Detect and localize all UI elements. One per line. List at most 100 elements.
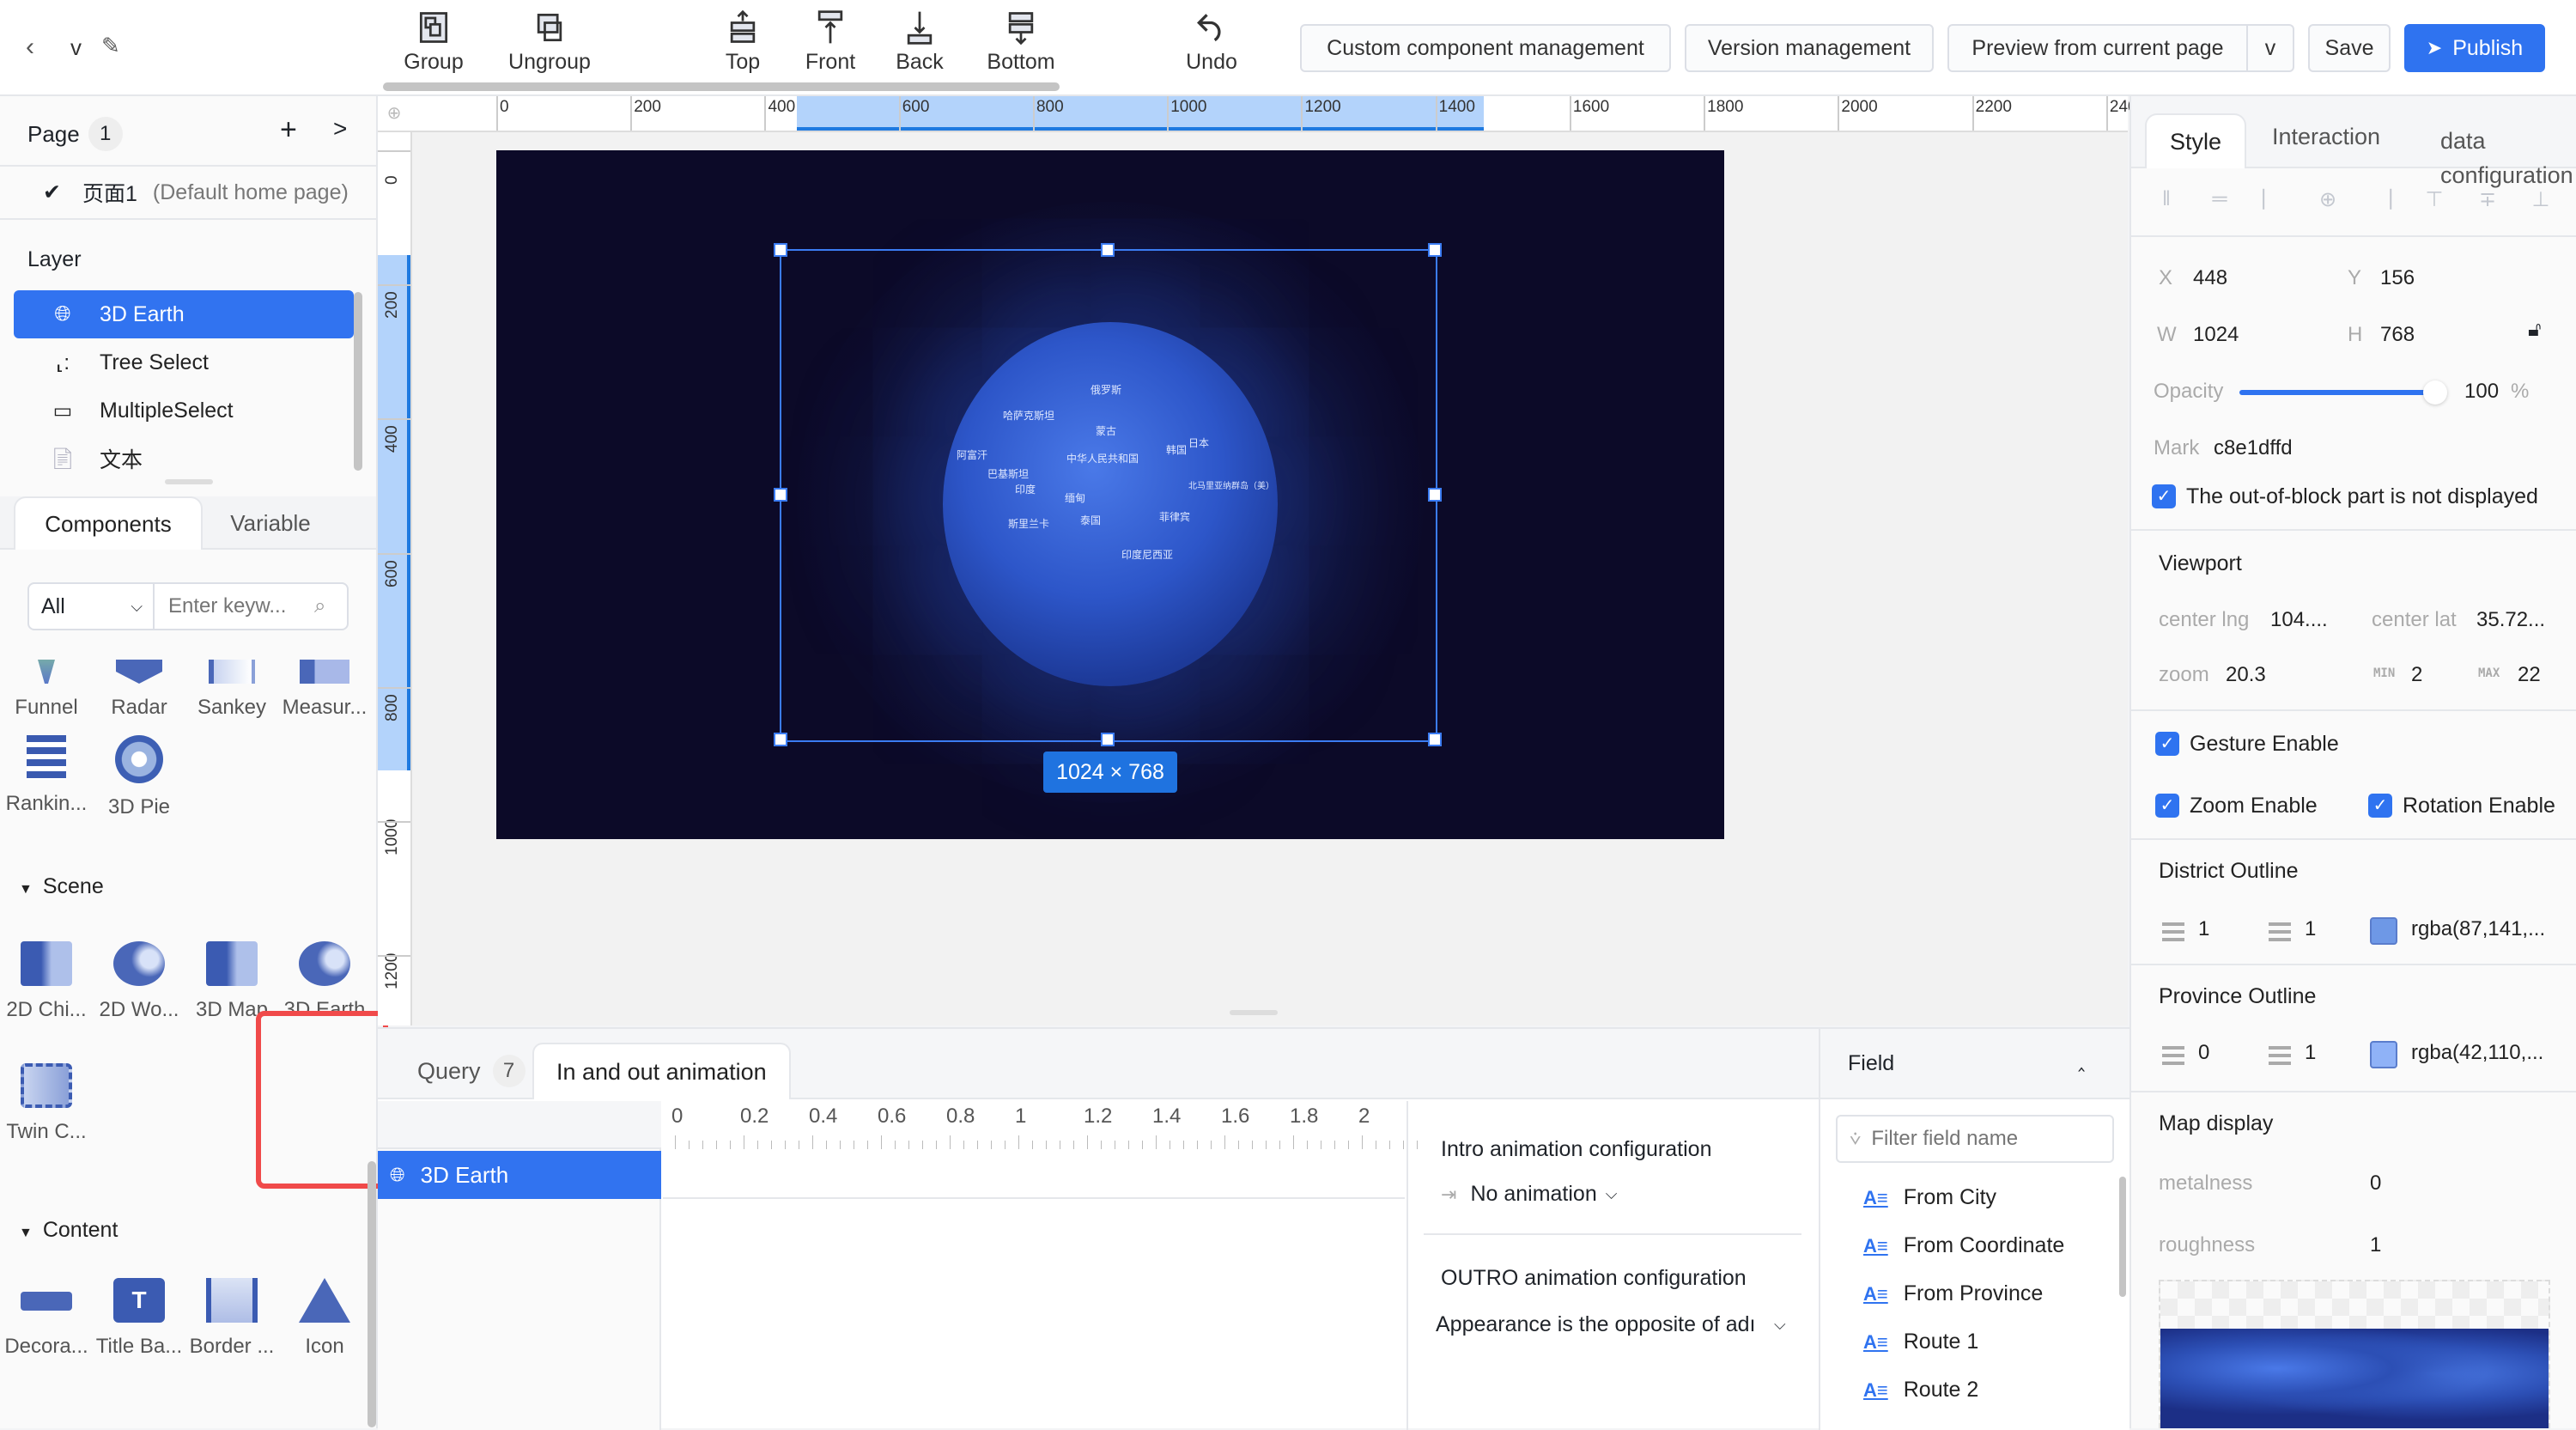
component-icon[interactable]: Icon — [278, 1278, 371, 1359]
max-zoom-input[interactable]: 22 — [2518, 663, 2541, 687]
components-scrollbar[interactable] — [368, 1161, 376, 1427]
scene-section-header[interactable]: ▼ Scene — [19, 874, 104, 899]
artboard[interactable]: 俄罗斯 哈萨克斯坦 蒙古 中华人民共和国 日本 韩国 印度 缅甸 泰国 斯里兰卡… — [496, 150, 1724, 839]
resize-handle[interactable] — [165, 479, 213, 484]
resize-handle[interactable] — [774, 733, 787, 746]
clip-checkbox[interactable]: ✓ — [2152, 484, 2176, 508]
category-select[interactable]: All ⌵ — [29, 584, 155, 629]
component-border[interactable]: Border ... — [185, 1278, 278, 1359]
center-lat-input[interactable]: 35.72... — [2476, 608, 2545, 632]
component-title-bar[interactable]: T Title Ba... — [93, 1278, 185, 1359]
district-spacing-input[interactable]: 1 — [2305, 917, 2316, 941]
resize-handle[interactable] — [1428, 488, 1442, 502]
province-width-input[interactable]: 0 — [2198, 1041, 2209, 1065]
align-left-icon[interactable]: ⎸ — [2260, 187, 2286, 213]
w-input[interactable]: 1024 — [2193, 323, 2239, 347]
align-center-vertical-icon[interactable]: ∓ — [2475, 187, 2500, 213]
layer-item-3d-earth[interactable]: 🌐︎ 3D Earth — [14, 290, 354, 338]
preview-button[interactable]: Preview from current page — [1947, 24, 2248, 72]
texture-preview[interactable] — [2159, 1280, 2550, 1428]
component-search-input[interactable] — [168, 594, 314, 618]
zoom-enable-checkbox[interactable]: ✓ — [2155, 794, 2179, 818]
resize-handle[interactable] — [774, 488, 787, 502]
custom-component-management-button[interactable]: Custom component management — [1300, 24, 1671, 72]
province-color-swatch[interactable] — [2370, 1041, 2397, 1068]
layer-item-multipleselect[interactable]: ▭ MultipleSelect — [14, 386, 354, 435]
layer-item-tree-select[interactable]: ⸤: Tree Select — [14, 338, 354, 386]
roughness-input[interactable]: 1 — [2370, 1233, 2381, 1257]
align-right-icon[interactable]: ⎹ — [2368, 187, 2394, 213]
page-item[interactable]: ✔ 页面1 (Default home page) — [0, 167, 376, 218]
y-input[interactable]: 156 — [2380, 266, 2415, 290]
rotation-enable-checkbox[interactable]: ✓ — [2368, 794, 2392, 818]
opacity-input[interactable]: 100 — [2464, 380, 2499, 404]
resize-handle[interactable] — [1101, 243, 1115, 257]
min-zoom-input[interactable]: 2 — [2411, 663, 2422, 687]
content-section-header[interactable]: ▼ Content — [19, 1218, 118, 1243]
canvas-workspace[interactable]: 俄罗斯 哈萨克斯坦 蒙古 中华人民共和国 日本 韩国 印度 缅甸 泰国 斯里兰卡… — [412, 132, 2128, 1025]
align-center-horizontal-icon[interactable]: ⊕ — [2315, 187, 2341, 213]
district-color-swatch[interactable] — [2370, 917, 2397, 945]
toolbar-scrollbar[interactable] — [383, 82, 1060, 91]
group-button[interactable]: Group — [386, 9, 481, 75]
top-button[interactable]: Top — [696, 9, 790, 75]
timeline-ruler[interactable]: 0 0.2 0.4 0.6 0.8 1 1.2 1.4 1.6 1.8 2 — [663, 1101, 1418, 1199]
component-3d-map[interactable]: 3D Map — [185, 941, 278, 1022]
align-bottom-icon[interactable]: ⊥ — [2528, 187, 2554, 213]
center-lng-input[interactable]: 104.... — [2270, 608, 2328, 632]
opacity-slider[interactable] — [2239, 380, 2447, 405]
add-page-icon[interactable]: + — [280, 113, 297, 147]
back-button[interactable]: Back — [872, 9, 967, 75]
slider-handle[interactable] — [2423, 380, 2447, 405]
layer-item-text[interactable]: 📄︎ 文本 — [14, 435, 354, 483]
tab-in-out-animation[interactable]: In and out animation — [532, 1043, 791, 1099]
tab-interaction[interactable]: Interaction — [2272, 124, 2380, 150]
component-3d-earth[interactable]: 3D Earth — [278, 941, 371, 1022]
component-radar[interactable]: Radar — [93, 660, 185, 720]
preview-dropdown-button[interactable]: v — [2246, 24, 2294, 72]
field-scrollbar[interactable] — [2119, 1177, 2126, 1297]
outro-animation-select[interactable]: Appearance is the opposite of adı ⌵ — [1436, 1312, 1796, 1337]
province-color-value[interactable]: rgba(42,110,... — [2411, 1041, 2543, 1065]
expand-pages-icon[interactable]: > — [333, 115, 347, 143]
distribute-vertical-icon[interactable]: ═ — [2207, 187, 2233, 213]
mark-value[interactable]: c8e1dffd — [2214, 436, 2293, 460]
intro-animation-select[interactable]: ⇥ No animation ⌵ — [1441, 1182, 1617, 1207]
chevron-up-icon[interactable]: ‸ — [2078, 1048, 2085, 1073]
resize-handle[interactable] — [1101, 733, 1115, 746]
bottom-button[interactable]: Bottom — [974, 9, 1068, 75]
resize-handle[interactable] — [1428, 733, 1442, 746]
selection-box[interactable] — [774, 243, 1442, 746]
tab-variable[interactable]: Variable — [215, 496, 326, 550]
district-width-input[interactable]: 1 — [2198, 917, 2209, 941]
front-button[interactable]: Front — [783, 9, 878, 75]
component-2d-world[interactable]: 2D Wo... — [93, 941, 185, 1022]
resize-handle[interactable] — [774, 243, 787, 257]
field-item[interactable]: A≡ From City — [1863, 1185, 1996, 1210]
publish-button[interactable]: ➤ Publish — [2404, 24, 2545, 72]
component-2d-china[interactable]: 2D Chi... — [0, 941, 93, 1022]
component-sankey[interactable]: Sankey — [185, 660, 278, 720]
timeline-layer-3d-earth[interactable]: 🌐︎ 3D Earth — [378, 1151, 661, 1199]
component-funnel[interactable]: Funnel — [0, 660, 93, 720]
undo-button[interactable]: Undo — [1164, 9, 1259, 75]
distribute-horizontal-icon[interactable]: ‖ — [2154, 187, 2179, 213]
field-item[interactable]: A≡ From Province — [1863, 1281, 2043, 1306]
h-input[interactable]: 768 — [2380, 323, 2415, 347]
field-item[interactable]: A≡ Route 2 — [1863, 1378, 1978, 1403]
field-filter-input[interactable] — [1871, 1127, 2087, 1151]
layer-scrollbar[interactable] — [354, 292, 362, 471]
component-measure[interactable]: Measur... — [278, 660, 371, 720]
version-management-button[interactable]: Version management — [1685, 24, 1934, 72]
panel-resize-handle[interactable] — [1230, 1010, 1278, 1015]
district-color-value[interactable]: rgba(87,141,... — [2411, 917, 2545, 941]
x-input[interactable]: 448 — [2193, 266, 2227, 290]
component-twin[interactable]: Twin C... — [0, 1063, 93, 1144]
tab-components[interactable]: Components — [14, 496, 203, 550]
province-spacing-input[interactable]: 1 — [2305, 1041, 2316, 1065]
tab-query[interactable]: Query 7 — [417, 1043, 526, 1099]
metalness-input[interactable]: 0 — [2370, 1171, 2381, 1196]
gesture-enable-checkbox[interactable]: ✓ — [2155, 732, 2179, 756]
align-top-icon[interactable]: ⊤ — [2421, 187, 2447, 213]
field-header[interactable]: Field ‸ — [1820, 1029, 2129, 1099]
